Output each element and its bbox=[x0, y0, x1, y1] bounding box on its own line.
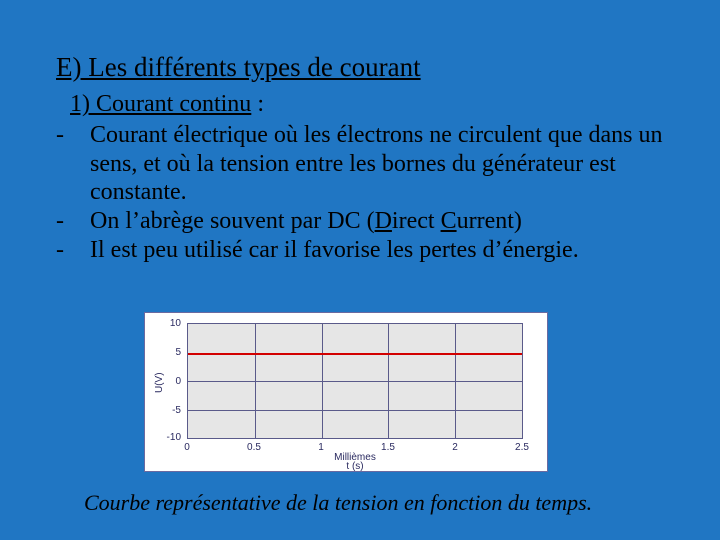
x-tick-label: 0.5 bbox=[247, 443, 261, 453]
y-tick-label: 10 bbox=[153, 319, 181, 329]
gridline-horizontal bbox=[188, 410, 522, 411]
chart-caption: Courbe représentative de la tension en f… bbox=[84, 490, 664, 516]
x-tick-label: 2.5 bbox=[515, 443, 529, 453]
x-tick-label: 1 bbox=[318, 443, 324, 453]
plot-area bbox=[187, 323, 523, 439]
x-tick-label: 2 bbox=[452, 443, 458, 453]
bullet-text: Il est peu utilisé car il favorise les p… bbox=[90, 237, 579, 263]
gridline-vertical bbox=[322, 324, 323, 438]
y-tick-label: -5 bbox=[153, 406, 181, 416]
section-heading: E) Les différents types de courant bbox=[56, 52, 421, 83]
chart-container: 10 5 0 -5 -10 U(V) 0 0.5 1 1.5 2 2.5 Mil… bbox=[144, 312, 548, 472]
y-tick-label: -10 bbox=[153, 433, 181, 443]
subheading: 1) Courant continu bbox=[70, 90, 251, 119]
bullet-text: Courant électrique où les électrons ne c… bbox=[90, 122, 662, 206]
subheading-colon: : bbox=[251, 91, 264, 117]
gridline-vertical bbox=[255, 324, 256, 438]
x-tick-label: 0 bbox=[184, 443, 190, 453]
gridline-vertical bbox=[455, 324, 456, 438]
bullet-item: Il est peu utilisé car il favorise les p… bbox=[56, 236, 666, 265]
data-line bbox=[188, 353, 522, 355]
x-axis-label-2: t (s) bbox=[187, 462, 523, 472]
slide-page: E) Les différents types de courant 1) Co… bbox=[0, 0, 720, 540]
body-block: 1) Courant continu : Courant électrique … bbox=[56, 90, 666, 265]
y-tick-label: 5 bbox=[153, 348, 181, 358]
bullet-underline-letter: C bbox=[441, 208, 457, 234]
bullet-underline-letter: D bbox=[375, 208, 392, 234]
bullet-list: Courant électrique où les électrons ne c… bbox=[56, 121, 666, 265]
bullet-text-part: irect bbox=[392, 208, 441, 234]
bullet-item: On l’abrège souvent par DC (Direct Curre… bbox=[56, 207, 666, 236]
x-tick-label: 1.5 bbox=[381, 443, 395, 453]
gridline-horizontal bbox=[188, 381, 522, 382]
bullet-item: Courant électrique où les électrons ne c… bbox=[56, 121, 666, 207]
bullet-text-part: On l’abrège souvent par DC ( bbox=[90, 208, 375, 234]
bullet-text-part: urrent) bbox=[457, 208, 522, 234]
gridline-vertical bbox=[388, 324, 389, 438]
y-axis-label: U(V) bbox=[155, 372, 165, 393]
